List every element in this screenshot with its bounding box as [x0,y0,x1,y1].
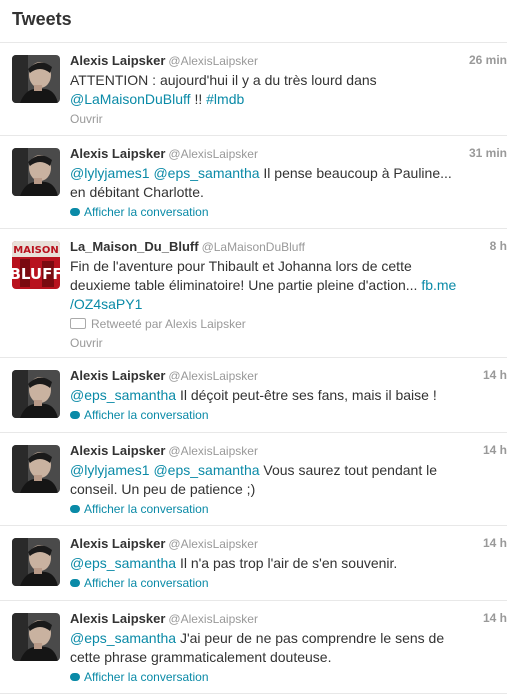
author-name[interactable]: Alexis Laipsker [70,443,165,458]
tweet-text-line: en débitant Charlotte. [70,184,204,200]
tweet-text-line: @eps_samantha Il n'a pas trop l'air de s… [70,555,398,571]
avatar[interactable] [12,613,60,661]
avatar[interactable]: MAISON BLUFF [12,241,60,289]
author-name[interactable]: Alexis Laipsker [70,536,165,551]
conversation-bubble-icon [70,673,80,681]
svg-text:MAISON: MAISON [13,245,58,256]
avatar[interactable] [12,148,60,196]
tweet-timestamp[interactable]: 14 h [483,536,507,550]
tweet-header: Alexis Laipsker @AlexisLaipsker 14 h [70,611,507,629]
tweet-header: Alexis Laipsker @AlexisLaipsker 14 h [70,443,507,461]
tweet-link[interactable]: @eps_samantha [70,555,176,571]
conversation-bubble-icon [70,505,80,513]
tweet-text-line: deuxieme table éliminatoire! Une partie … [70,277,457,293]
show-conversation-label[interactable]: Afficher la conversation [84,205,209,219]
tweet-link[interactable]: @eps_samantha [70,630,176,646]
tweet-item[interactable]: Alexis Laipsker @AlexisLaipsker 31 min @lyl… [0,136,507,229]
author-handle[interactable]: @AlexisLaipsker [168,54,258,68]
tweet-text-line: @LaMaisonDuBluff !! #lmdb [70,91,245,107]
tweet-text-line: @eps_samantha Il déçoit peut-être ses fa… [70,387,437,403]
tweet-item[interactable]: MAISON BLUFF La_Maison_Du_Bluff @LaMaisonDu… [0,229,507,358]
author-name[interactable]: La_Maison_Du_Bluff [70,239,199,254]
avatar[interactable] [12,55,60,103]
tweet-text-line: ATTENTION : aujourd'hui il y a du très l… [70,72,377,88]
retweet-icon [70,318,86,329]
tweet-header: Alexis Laipsker @AlexisLaipsker 14 h [70,368,507,386]
tweet-timeline: Alexis Laipsker @AlexisLaipsker 26 min ATTE… [0,43,507,694]
retweet-label: Retweeté par Alexis Laipsker [91,317,246,331]
tweet-timestamp[interactable]: 14 h [483,368,507,382]
tweet-header: Alexis Laipsker @AlexisLaipsker 31 min [70,146,507,164]
tweet-text-line: Fin de l'aventure pour Thibault et Johan… [70,258,412,274]
conversation-bubble-icon [70,411,80,419]
show-conversation-label[interactable]: Afficher la conversation [84,576,209,590]
show-conversation-link[interactable]: Afficher la conversation [70,205,507,221]
show-conversation-link[interactable]: Afficher la conversation [70,670,507,686]
author-handle[interactable]: @AlexisLaipsker [168,612,258,626]
author-name[interactable]: Alexis Laipsker [70,611,165,626]
tweet-header: Alexis Laipsker @AlexisLaipsker 14 h [70,536,507,554]
tweet-link[interactable]: @LaMaisonDuBluff [70,91,191,107]
tweet-content: La_Maison_Du_Bluff @LaMaisonDuBluff 8 h Fin… [70,239,507,352]
tweets-header: Tweets [0,0,507,43]
tweet-timestamp[interactable]: 26 min [469,53,507,67]
tweet-text-line: @lylyjames1 @eps_samantha Il pense beauc… [70,165,452,181]
author-handle[interactable]: @LaMaisonDuBluff [202,240,305,254]
open-tweet-link[interactable]: Ouvrir [70,112,507,128]
conversation-bubble-icon [70,208,80,216]
svg-text:BLUFF: BLUFF [12,265,60,283]
show-conversation-label[interactable]: Afficher la conversation [84,670,209,684]
tweet-link[interactable]: @eps_samantha [153,165,259,181]
tweet-link[interactable]: @lylyjames1 [70,462,150,478]
tweet-timestamp[interactable]: 8 h [490,239,507,253]
show-conversation-link[interactable]: Afficher la conversation [70,576,507,592]
tweet-item[interactable]: Alexis Laipsker @AlexisLaipsker 14 h @eps_s… [0,601,507,694]
author-handle[interactable]: @AlexisLaipsker [168,147,258,161]
tweet-item[interactable]: Alexis Laipsker @AlexisLaipsker 14 h @eps_s… [0,358,507,433]
avatar[interactable] [12,370,60,418]
tweet-content: Alexis Laipsker @AlexisLaipsker 14 h @eps_s… [70,536,507,592]
open-tweet-link[interactable]: Ouvrir [70,336,507,352]
tweet-link[interactable]: fb.me [421,277,456,293]
tweet-header: Alexis Laipsker @AlexisLaipsker 26 min [70,53,507,71]
show-conversation-label[interactable]: Afficher la conversation [84,408,209,422]
author-name[interactable]: Alexis Laipsker [70,53,165,68]
author-name[interactable]: Alexis Laipsker [70,368,165,383]
author-handle[interactable]: @AlexisLaipsker [168,444,258,458]
tweet-link[interactable]: @eps_samantha [70,387,176,403]
tweet-timestamp[interactable]: 31 min [469,146,507,160]
show-conversation-link[interactable]: Afficher la conversation [70,502,507,518]
author-name[interactable]: Alexis Laipsker [70,146,165,161]
tweet-text-line: /OZ4saPY1 [70,295,507,314]
retweet-indicator: Retweeté par Alexis Laipsker [70,317,507,333]
avatar[interactable] [12,538,60,586]
tweet-content: Alexis Laipsker @AlexisLaipsker 14 h @eps_s… [70,368,507,424]
tweet-link[interactable]: /OZ4saPY1 [70,296,142,312]
tweet-timestamp[interactable]: 14 h [483,443,507,457]
page-title: Tweets [12,9,72,29]
tweet-link[interactable]: @eps_samantha [153,462,259,478]
tweet-text-line: @lylyjames1 @eps_samantha Vous saurez to… [70,462,437,478]
tweet-text-line: cette phrase grammaticalement douteuse. [70,649,332,665]
tweet-content: Alexis Laipsker @AlexisLaipsker 14 h @lylyj… [70,443,507,518]
tweet-content: Alexis Laipsker @AlexisLaipsker 26 min ATTE… [70,53,507,128]
conversation-bubble-icon [70,579,80,587]
tweet-item[interactable]: Alexis Laipsker @AlexisLaipsker 26 min ATTE… [0,43,507,136]
show-conversation-link[interactable]: Afficher la conversation [70,408,507,424]
tweet-link[interactable]: @lylyjames1 [70,165,150,181]
tweet-timestamp[interactable]: 14 h [483,611,507,625]
tweet-link[interactable]: #lmdb [206,91,244,107]
tweet-item[interactable]: Alexis Laipsker @AlexisLaipsker 14 h @lylyj… [0,433,507,526]
avatar[interactable] [12,445,60,493]
tweet-text-line: @eps_samantha J'ai peur de ne pas compre… [70,630,445,646]
show-conversation-label[interactable]: Afficher la conversation [84,502,209,516]
tweet-header: La_Maison_Du_Bluff @LaMaisonDuBluff 8 h [70,239,507,257]
tweet-item[interactable]: Alexis Laipsker @AlexisLaipsker 14 h @eps_s… [0,526,507,601]
tweet-content: Alexis Laipsker @AlexisLaipsker 14 h @eps_s… [70,611,507,686]
tweet-content: Alexis Laipsker @AlexisLaipsker 31 min @lyl… [70,146,507,221]
author-handle[interactable]: @AlexisLaipsker [168,537,258,551]
author-handle[interactable]: @AlexisLaipsker [168,369,258,383]
tweet-text-line: conseil. Un peu de patience ;) [70,481,256,497]
